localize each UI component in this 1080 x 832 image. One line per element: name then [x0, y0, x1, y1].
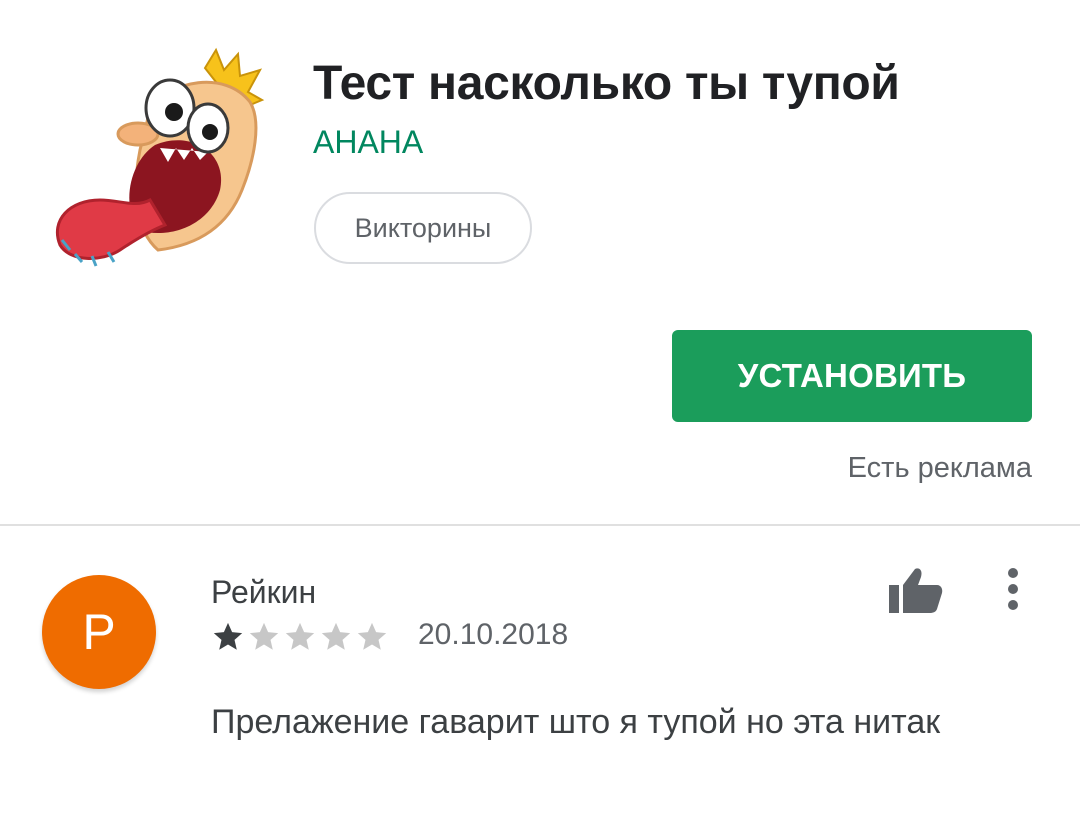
review-text: Прелажение гаварит што я тупой но эта ни… — [211, 703, 941, 741]
star-empty-icon — [357, 622, 387, 650]
avatar-letter: Р — [82, 604, 116, 660]
section-divider — [0, 524, 1080, 526]
app-title: Тест насколько ты тупой — [313, 57, 900, 110]
ads-note: Есть реклама — [847, 452, 1032, 484]
star-empty-icon — [285, 622, 315, 650]
thumbs-up-icon[interactable] — [885, 565, 945, 615]
install-button[interactable]: УСТАНОВИТЬ — [672, 330, 1032, 422]
review-date: 20.10.2018 — [418, 618, 569, 651]
star-empty-icon — [249, 622, 279, 650]
reviewer-avatar: Р — [42, 575, 156, 689]
star-filled-icon — [213, 622, 243, 650]
star-empty-icon — [321, 622, 351, 650]
reviewer-name: Рейкин — [211, 574, 317, 610]
app-icon — [55, 47, 265, 267]
star-rating — [211, 618, 391, 656]
more-vert-icon[interactable] — [998, 565, 1028, 615]
category-chip[interactable]: Викторины — [314, 192, 532, 264]
developer-link[interactable]: АНАНА — [313, 124, 423, 161]
